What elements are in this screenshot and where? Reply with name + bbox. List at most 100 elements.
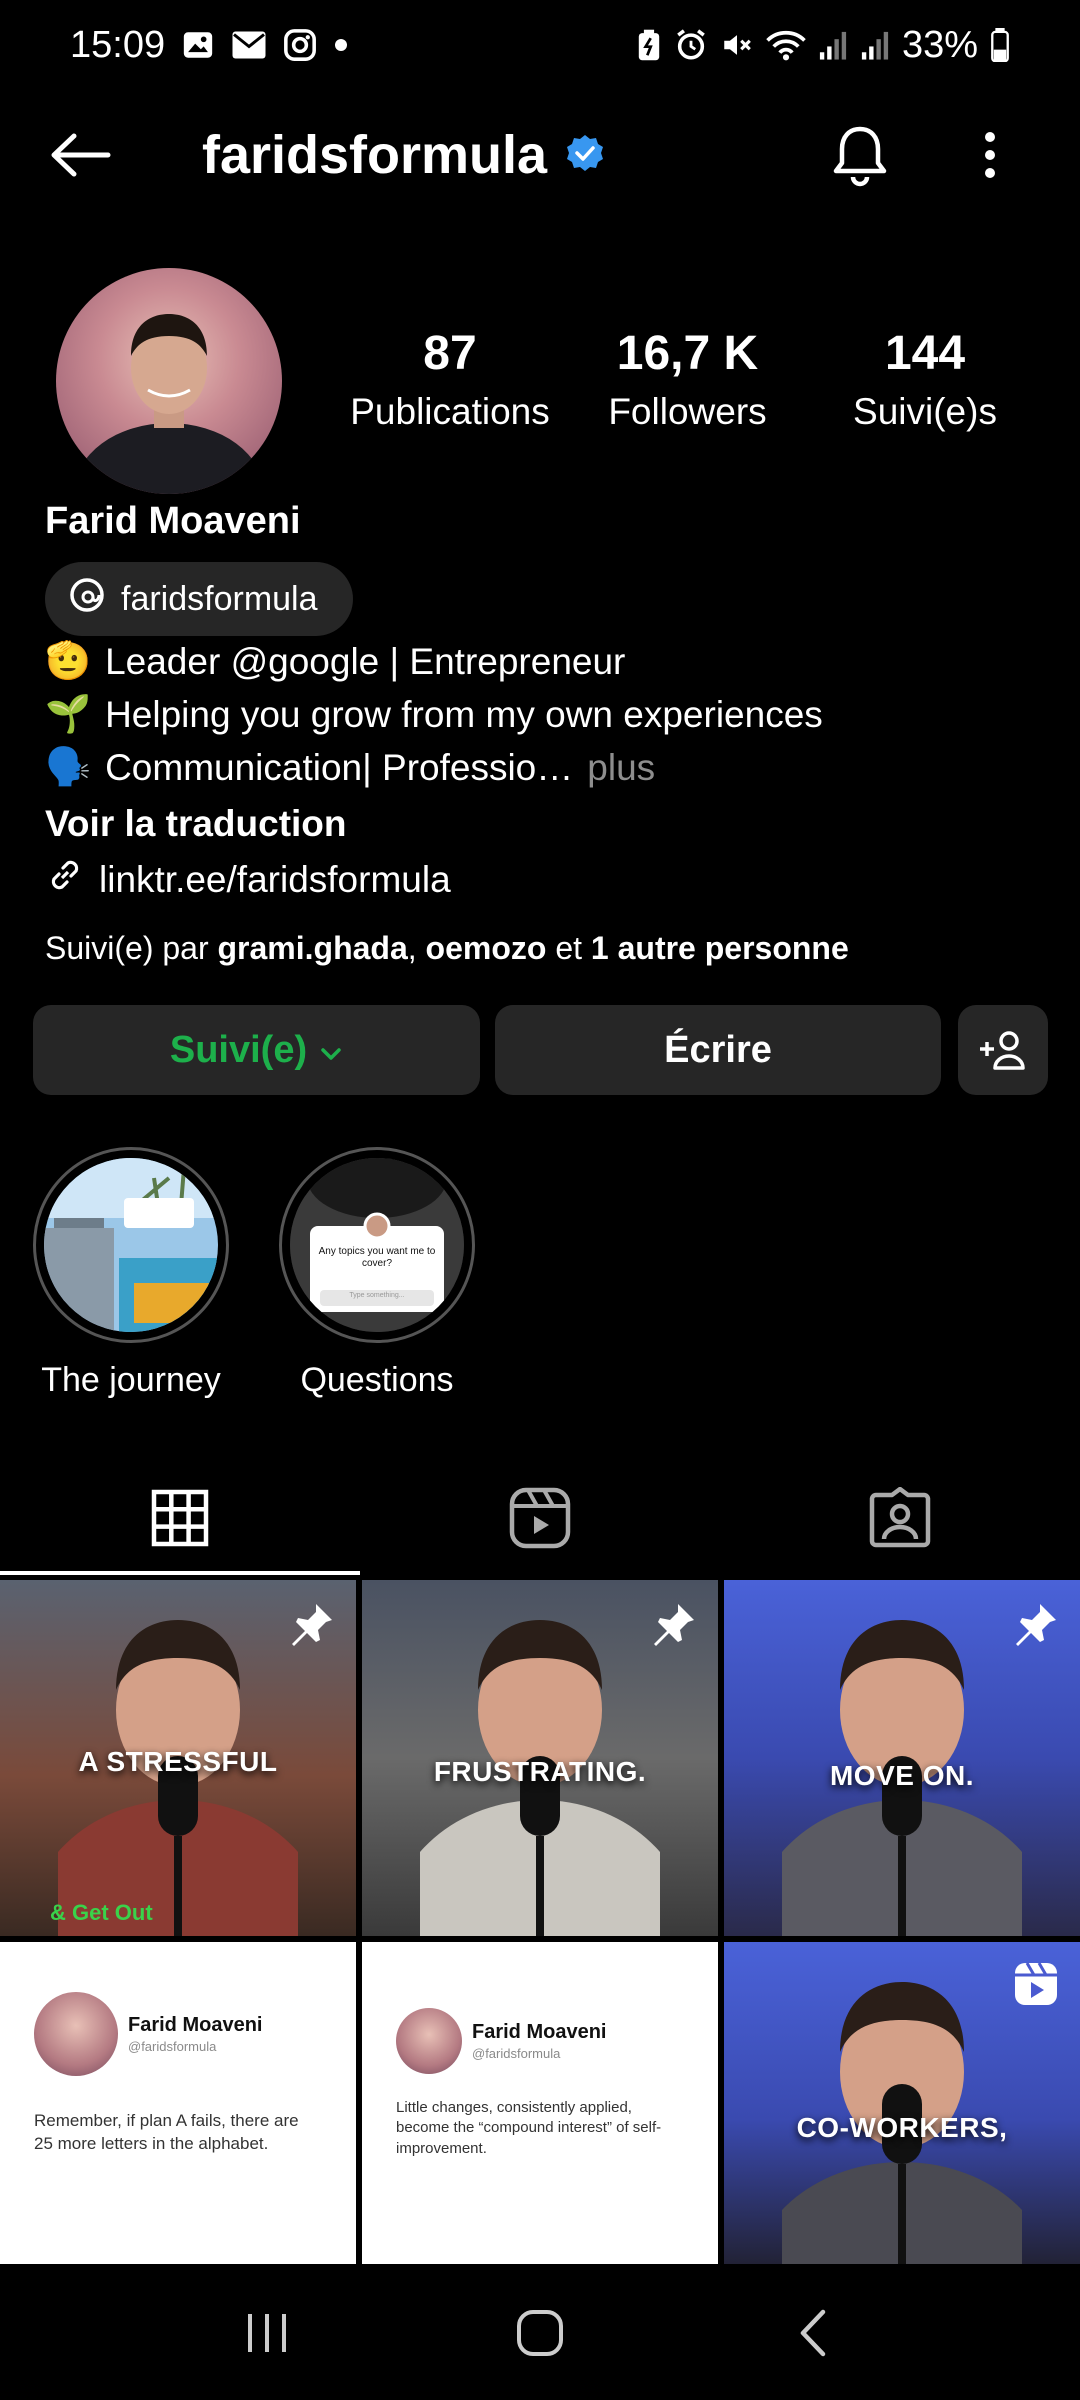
follower-username[interactable]: oemozo: [426, 930, 547, 966]
chevron-left-icon: [801, 2309, 826, 2356]
highlight-question-placeholder: Type something...: [349, 1292, 405, 1299]
back-button[interactable]: [40, 115, 120, 195]
username-text: faridsformula: [202, 125, 548, 185]
mute-icon: [720, 28, 754, 62]
bio-line: 🗣️ Communication| Professio… plus: [45, 746, 655, 789]
post-text: Remember, if plan A fails, there are 25 …: [34, 2111, 299, 2153]
post-author-avatar: [396, 2008, 462, 2074]
battery-icon: [990, 28, 1010, 62]
tagged-icon: [869, 1486, 931, 1547]
recent-apps-button[interactable]: [217, 2283, 317, 2383]
see-translation-link[interactable]: Voir la traduction: [45, 803, 347, 845]
post-author-handle: @faridsformula: [128, 2039, 217, 2054]
followed-by-others[interactable]: 1 autre personne: [591, 930, 849, 966]
bio-line: 🌱 Helping you grow from my own experienc…: [45, 693, 823, 736]
bio-text: Helping you grow from my own experiences: [105, 693, 823, 735]
highlight-question-text: Any topics you want me to cover?: [318, 1246, 436, 1269]
system-back-button[interactable]: [763, 2283, 863, 2383]
dot-icon: [333, 37, 349, 53]
stat-label: Publications: [350, 391, 550, 432]
post-author-name: Farid Moaveni: [472, 2021, 607, 2043]
post-thumbnail[interactable]: CO-WORKERS,: [724, 1942, 1080, 2264]
status-bar: 15:09 33%: [0, 0, 1080, 90]
verified-badge-icon: [565, 124, 605, 186]
gallery-icon: [181, 28, 215, 62]
highlight-questions[interactable]: Any topics you want me to cover? Type so…: [279, 1147, 475, 1400]
tab-tagged[interactable]: [720, 1460, 1080, 1575]
stat-followers[interactable]: 16,7 K Followers: [585, 326, 790, 433]
followed-by-prefix: Suivi(e) par: [45, 930, 209, 966]
highlight-the-journey[interactable]: The journey: [33, 1147, 229, 1400]
followed-by-text[interactable]: Suivi(e) par grami.ghada, oemozo et 1 au…: [45, 930, 849, 967]
system-navigation-bar: [0, 2265, 1080, 2400]
highlight-cover: [44, 1158, 218, 1332]
post-author-name: Farid Moaveni: [128, 2014, 263, 2036]
followed-by-and: et: [555, 930, 583, 966]
following-label: Suivi(e): [169, 1028, 308, 1071]
bio-more-link[interactable]: plus: [587, 747, 655, 789]
pin-icon: [288, 1600, 336, 1653]
stat-value: 144: [884, 327, 966, 380]
post-text: Little changes, consistently applied, be…: [396, 2099, 662, 2157]
post-author-handle: @faridsformula: [472, 2046, 561, 2061]
message-button[interactable]: Écrire: [495, 1005, 941, 1095]
stat-following[interactable]: 144 Suivi(e)s: [820, 326, 1030, 433]
post-caption: CO-WORKERS,: [796, 2112, 1008, 2143]
bio-emoji: 🌱: [45, 693, 92, 734]
tab-reels[interactable]: [360, 1460, 720, 1575]
post-caption: FRUSTRATING.: [433, 1756, 647, 1787]
suggested-users-button[interactable]: [958, 1005, 1048, 1095]
kebab-menu-icon: [985, 132, 995, 178]
highlight-label: The journey: [41, 1361, 221, 1399]
link-url: linktr.ee/faridsformula: [99, 858, 451, 900]
post-thumbnail[interactable]: MOVE ON.: [724, 1580, 1080, 1936]
signal-icon: [860, 29, 890, 61]
bio-text: Communication| Professio…: [105, 746, 574, 788]
highlight-ring: Any topics you want me to cover? Type so…: [279, 1147, 475, 1343]
post-thumbnail[interactable]: FRUSTRATING.: [362, 1580, 718, 1936]
followed-by-separator: ,: [407, 930, 417, 966]
follower-username[interactable]: grami.ghada: [218, 930, 408, 966]
posts-grid: A STRESSFUL & Get Out FRUSTRATING. MOVE …: [0, 1580, 1080, 2264]
profile-avatar[interactable]: [56, 268, 282, 494]
post-thumbnail[interactable]: A STRESSFUL & Get Out: [0, 1580, 356, 1936]
stat-label: Followers: [608, 391, 767, 432]
home-icon: [516, 2309, 563, 2356]
bio-line: 🫡 Leader @google | Entrepreneur: [45, 640, 625, 683]
profile-link[interactable]: linktr.ee/faridsformula: [45, 855, 451, 904]
post-subcaption: & Get Out: [50, 1900, 153, 1925]
stat-publications[interactable]: 87 Publications: [340, 326, 560, 433]
following-button[interactable]: Suivi(e): [33, 1005, 480, 1095]
add-person-icon: [980, 1031, 1025, 1070]
instagram-icon: [283, 28, 317, 62]
mail-icon: [231, 30, 267, 60]
bell-icon: [833, 126, 887, 187]
tab-posts-grid[interactable]: [0, 1460, 360, 1575]
post-thumbnail[interactable]: Farid Moaveni @faridsformula Remember, i…: [0, 1942, 356, 2264]
notifications-button[interactable]: [820, 115, 900, 195]
highlight-ring: [33, 1147, 229, 1343]
post-caption: MOVE ON.: [829, 1760, 974, 1791]
highlight-label: Questions: [300, 1361, 454, 1399]
chevron-down-icon: [319, 1029, 343, 1072]
reels-icon: [509, 1487, 571, 1548]
more-options-button[interactable]: [955, 115, 1025, 195]
arrow-left-icon: [51, 133, 111, 177]
link-icon: [45, 855, 85, 904]
reels-badge-icon: [1012, 1960, 1060, 2013]
recent-apps-icon: [247, 2313, 286, 2352]
alarm-icon: [674, 28, 708, 62]
threads-handle: faridsformula: [121, 579, 318, 618]
pin-icon: [1012, 1600, 1060, 1653]
signal-icon: [818, 29, 848, 61]
post-thumbnail[interactable]: Farid Moaveni @faridsformula Little chan…: [362, 1942, 718, 2264]
post-caption: A STRESSFUL: [78, 1746, 278, 1777]
stat-label: Suivi(e)s: [853, 391, 997, 432]
bio-emoji: 🗣️: [45, 746, 92, 787]
pin-icon: [650, 1600, 698, 1653]
threads-badge[interactable]: faridsformula: [45, 562, 353, 636]
top-nav: faridsformula: [0, 110, 1080, 200]
home-button[interactable]: [490, 2283, 590, 2383]
profile-username-header: faridsformula: [202, 124, 605, 186]
post-author-avatar: [34, 1992, 118, 2076]
